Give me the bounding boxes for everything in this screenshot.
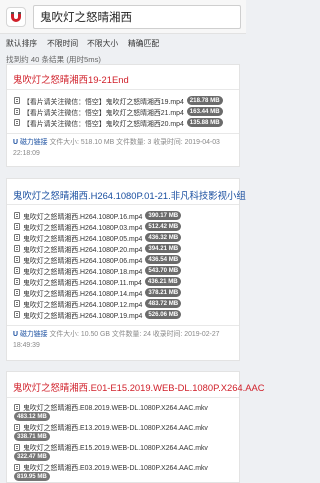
- file-name: 鬼吹灯之怒晴湘西.H264.1080P.06.mp4: [23, 257, 143, 265]
- file-name: 鬼吹灯之怒晴湘西.H264.1080P.18.mp4: [23, 268, 143, 276]
- magnet-link[interactable]: 磁力链接: [20, 331, 48, 338]
- file-name: 【看片请关注微信：悟空】鬼吹灯之怒晴湘西20.mp4: [23, 120, 184, 128]
- file-icon: [14, 245, 20, 252]
- file-icon: [14, 234, 20, 241]
- file-name: 鬼吹灯之怒晴湘西.H264.1080P.12.mp4: [23, 301, 143, 309]
- file-row: 鬼吹灯之怒晴湘西.E08.2019.WEB-DL.1080P.X264.AAC.…: [14, 402, 208, 412]
- size-badge: 394.21 MB: [145, 244, 182, 253]
- file-name: 鬼吹灯之怒晴湘西.E15.2019.WEB-DL.1080P.X264.AAC.…: [23, 445, 208, 452]
- file-row: 鬼吹灯之怒晴湘西.E15.2019.WEB-DL.1080P.X264.AAC.…: [14, 442, 208, 452]
- file-row: 鬼吹灯之怒晴湘西.H264.1080P.12.mp4 483.72 MB: [14, 298, 182, 309]
- file-row: 鬼吹灯之怒晴湘西.H264.1080P.14.mp4 378.21 MB: [14, 287, 182, 298]
- file-name: 鬼吹灯之怒晴湘西.H264.1080P.16.mp4: [23, 213, 143, 221]
- result-card: 鬼吹灯之怒晴湘西19-21End 【看片请关注微信：悟空】鬼吹灯之怒晴湘西19.…: [6, 64, 240, 167]
- file-icon: [14, 119, 20, 126]
- divider: [7, 204, 239, 205]
- filter-bar: 默认排序 不限时间 不限大小 精确匹配: [0, 36, 246, 50]
- file-row: 鬼吹灯之怒晴湘西.H264.1080P.20.mp4 394.21 MB: [14, 243, 182, 254]
- result-card: 鬼吹灯之怒晴湘西.E01-E15.2019.WEB-DL.1080P.X264.…: [6, 371, 265, 483]
- file-icon: [14, 212, 20, 219]
- file-icon: [14, 97, 20, 104]
- file-icon: [14, 289, 20, 296]
- magnet-icon: U: [13, 139, 18, 146]
- size-badge: 436.32 MB: [145, 233, 182, 242]
- size-badge: 163.44 MB: [186, 107, 223, 116]
- file-size: 322.47 MB: [14, 452, 50, 461]
- size-badge: 390.17 MB: [145, 211, 182, 220]
- file-name: 鬼吹灯之怒晴湘西.H264.1080P.20.mp4: [23, 246, 143, 254]
- file-row: 鬼吹灯之怒晴湘西.H264.1080P.11.mp4 436.21 MB: [14, 276, 181, 287]
- search-box[interactable]: [33, 5, 241, 29]
- magnet-logo-icon: [11, 12, 21, 22]
- file-row: 鬼吹灯之怒晴湘西.H264.1080P.19.mp4 526.06 MB: [14, 309, 182, 320]
- divider: [7, 133, 239, 134]
- file-name: 鬼吹灯之怒晴湘西.H264.1080P.19.mp4: [23, 312, 143, 320]
- top-bar: [0, 0, 246, 34]
- size-badge: 436.21 MB: [144, 277, 181, 286]
- size-badge: 338.71 MB: [14, 432, 50, 441]
- file-row: 鬼吹灯之怒晴湘西.H264.1080P.05.mp4 436.32 MB: [14, 232, 182, 243]
- divider: [7, 325, 239, 326]
- size-badge: 526.06 MB: [145, 310, 182, 319]
- filter-time[interactable]: 不限时间: [47, 38, 78, 49]
- result-meta: U 磁力链接 文件大小: 518.10 MB 文件数量: 3 收录时间: 2019…: [13, 138, 235, 159]
- file-icon: [14, 267, 20, 274]
- size-badge: 378.21 MB: [145, 288, 182, 297]
- file-name: 鬼吹灯之怒晴湘西.E13.2019.WEB-DL.1080P.X264.AAC.…: [23, 425, 208, 432]
- search-input[interactable]: [34, 6, 240, 28]
- file-row: 鬼吹灯之怒晴湘西.H264.1080P.03.mp4 512.42 MB: [14, 221, 182, 232]
- filter-size[interactable]: 不限大小: [87, 38, 118, 49]
- file-icon: [14, 311, 20, 318]
- file-row: 鬼吹灯之怒晴湘西.H264.1080P.06.mp4 436.54 MB: [14, 254, 182, 265]
- file-name: 鬼吹灯之怒晴湘西.H264.1080P.03.mp4: [23, 224, 143, 232]
- site-logo[interactable]: [6, 7, 26, 27]
- result-title[interactable]: 鬼吹灯之怒晴湘西.H264.1080P.01-21.非凡科技影视小组: [13, 188, 246, 202]
- file-name: 鬼吹灯之怒晴湘西.H264.1080P.11.mp4: [23, 279, 142, 287]
- file-icon: [14, 443, 20, 451]
- file-icon: [14, 278, 20, 285]
- file-name: 鬼吹灯之怒晴湘西.E03.2019.WEB-DL.1080P.X264.AAC.…: [23, 465, 208, 472]
- file-name: 【看片请关注微信：悟空】鬼吹灯之怒晴湘西21.mp4: [23, 109, 184, 117]
- file-row: 【看片请关注微信：悟空】鬼吹灯之怒晴湘西20.mp4 135.88 MB: [14, 117, 223, 128]
- file-size: 338.71 MB: [14, 432, 50, 441]
- file-row: 鬼吹灯之怒晴湘西.E13.2019.WEB-DL.1080P.X264.AAC.…: [14, 422, 208, 432]
- filter-sort[interactable]: 默认排序: [6, 38, 37, 49]
- magnet-link[interactable]: 磁力链接: [20, 139, 48, 146]
- size-badge: 436.54 MB: [145, 255, 182, 264]
- result-meta: U 磁力链接 文件大小: 10.50 GB 文件数量: 24 收录时间: 2019…: [13, 330, 235, 351]
- size-badge: 483.72 MB: [145, 299, 182, 308]
- file-row: 鬼吹灯之怒晴湘西.H264.1080P.18.mp4 543.70 MB: [14, 265, 182, 276]
- size-badge: 135.88 MB: [186, 118, 223, 127]
- result-title[interactable]: 鬼吹灯之怒晴湘西19-21End: [13, 72, 129, 86]
- file-icon: [14, 223, 20, 230]
- result-title[interactable]: 鬼吹灯之怒晴湘西.E01-E15.2019.WEB-DL.1080P.X264.…: [13, 380, 265, 394]
- file-row: 鬼吹灯之怒晴湘西.E03.2019.WEB-DL.1080P.X264.AAC.…: [14, 462, 208, 472]
- file-name: 鬼吹灯之怒晴湘西.H264.1080P.05.mp4: [23, 235, 143, 243]
- file-row: 鬼吹灯之怒晴湘西.H264.1080P.16.mp4 390.17 MB: [14, 210, 182, 221]
- file-icon: [14, 256, 20, 263]
- file-icon: [14, 300, 20, 307]
- divider: [7, 89, 239, 90]
- file-icon: [14, 403, 20, 411]
- size-badge: 512.42 MB: [145, 222, 182, 231]
- result-card: 鬼吹灯之怒晴湘西.H264.1080P.01-21.非凡科技影视小组 鬼吹灯之怒…: [6, 178, 246, 361]
- file-row: 【看片请关注微信：悟空】鬼吹灯之怒晴湘西21.mp4 163.44 MB: [14, 106, 223, 117]
- file-icon: [14, 423, 20, 431]
- divider: [7, 397, 239, 398]
- magnet-icon: U: [13, 331, 18, 338]
- size-badge: 543.70 MB: [145, 266, 182, 275]
- filter-match[interactable]: 精确匹配: [128, 38, 159, 49]
- size-badge: 483.12 MB: [14, 412, 50, 421]
- size-badge: 218.78 MB: [186, 96, 223, 105]
- file-name: 鬼吹灯之怒晴湘西.E08.2019.WEB-DL.1080P.X264.AAC.…: [23, 405, 208, 412]
- file-row: 【看片请关注微信：悟空】鬼吹灯之怒晴湘西19.mp4 218.78 MB: [14, 95, 223, 106]
- file-name: 【看片请关注微信：悟空】鬼吹灯之怒晴湘西19.mp4: [23, 98, 184, 106]
- file-icon: [14, 463, 20, 471]
- size-badge: 322.47 MB: [14, 452, 50, 461]
- file-icon: [14, 108, 20, 115]
- file-name: 鬼吹灯之怒晴湘西.H264.1080P.14.mp4: [23, 290, 143, 298]
- file-size: 483.12 MB: [14, 412, 50, 421]
